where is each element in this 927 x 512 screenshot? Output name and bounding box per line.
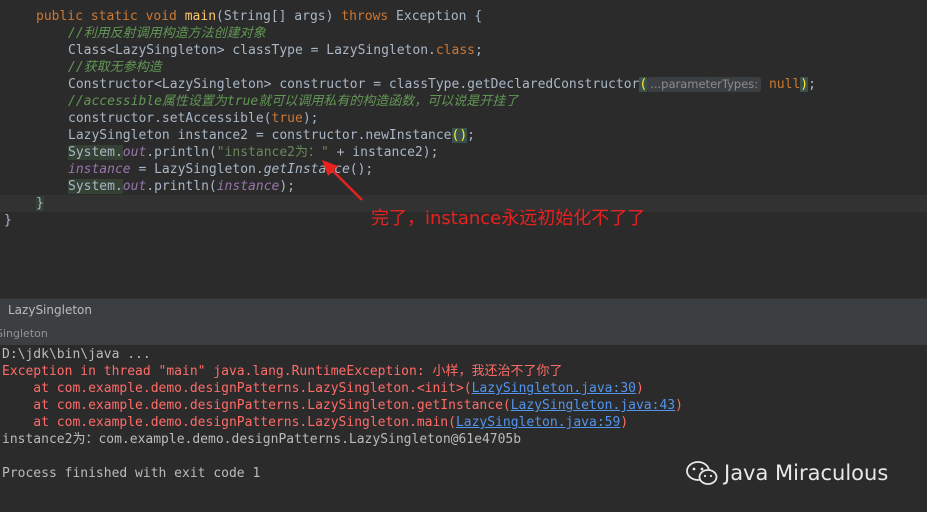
code-line-newinstance[interactable]: LazySingleton instance2 = constructor.ne… [68,127,475,144]
frame-text: ) [620,415,629,430]
field: out [122,145,147,160]
source-link[interactable]: LazySingleton.java:30 [472,381,636,396]
console-output-line: instance2为：com.example.demo.designPatter… [2,432,522,447]
paren: ( [639,77,648,92]
code-text: Class<LazySingleton> classType = LazySin… [68,43,436,58]
field: instance [216,179,280,194]
console-command[interactable]: D:\jdk\bin\java ... [2,346,151,363]
code-comment[interactable]: //获取无参构造 [68,59,162,76]
code-comment[interactable]: //accessible属性设置为true就可以调用私有的构造函数，可以说是开挂… [68,93,518,110]
code-text: System. [68,179,123,194]
code-text: Constructor<LazySingleton> constructor =… [68,77,640,92]
frame-text: ) [635,381,644,396]
code-text: ; [467,128,475,143]
code-comment[interactable]: //利用反射调用构造方法创建对象 [68,25,266,42]
wechat-icon [686,461,718,485]
code-editor[interactable]: public static void main(String[] args) t… [0,0,927,298]
run-config-title[interactable]: LazySingleton [8,303,92,317]
method-name: main [184,9,217,24]
code-line-setaccessible[interactable]: constructor.setAccessible(true); [68,110,318,127]
code-line-close-brace[interactable]: } [36,195,44,212]
stack-frame: at com.example.demo.designPatterns.LazyS… [2,397,683,414]
code-text: ; [808,77,816,92]
watermark: Java Miraculous [686,460,888,486]
annotation-text: 完了，instance永远初始化不了了 [371,208,646,229]
stack-frame: at com.example.demo.designPatterns.LazyS… [2,414,628,431]
keyword: true [271,111,303,126]
code-text: Exception { [388,9,483,24]
paren: ) [800,77,809,92]
source-link[interactable]: LazySingleton.java:43 [511,398,675,413]
frame-text: ) [675,398,683,413]
code-text: System. [68,145,123,160]
keyword: public static void [36,9,185,24]
console-output[interactable]: D:\jdk\bin\java ... Exception in thread … [0,346,927,512]
run-panel-header: LazySingleton [0,298,927,323]
code-line-println-instance2[interactable]: System.out.println("instance2为：" + insta… [68,144,438,161]
code-text: constructor.setAccessible( [68,111,272,126]
watermark-text: Java Miraculous [724,461,889,485]
comment-text: 就可以调用私有的构造函数，可以说是开挂了 [258,94,519,109]
code-text: ); [279,179,296,194]
keyword: class [435,43,475,58]
comment-text: 属性设置为 [161,94,227,109]
keyword: throws [341,9,389,24]
string-literal: "instance2为：" [216,145,329,160]
stack-frame: at com.example.demo.designPatterns.LazyS… [2,380,644,397]
paren: () [451,128,468,143]
frame-text: at com.example.demo.designPatterns.LazyS… [2,398,511,413]
brace: } [36,196,44,211]
code-text: .println( [146,179,217,194]
code-line-constructor[interactable]: Constructor<LazySingleton> constructor =… [68,76,816,93]
process-finished: Process finished with exit code 1 [2,466,261,481]
code-text: .println( [146,145,217,160]
comment-text: //accessible [68,94,162,109]
frame-text: at com.example.demo.designPatterns.LazyS… [2,381,472,396]
code-text: = LazySingleton. [130,162,264,177]
frame-text: at com.example.demo.designPatterns.LazyS… [2,415,456,430]
parameter-hint: ...parameterTypes: [647,77,762,92]
source-link[interactable]: LazySingleton.java:59 [456,415,620,430]
field: out [122,179,147,194]
run-tab[interactable]: Singleton [0,327,48,340]
code-text: ); [302,111,319,126]
keyword: null [768,77,801,92]
code-text: ; [475,43,483,58]
code-line-close-brace[interactable]: } [4,212,12,229]
field: instance [68,162,131,177]
code-text: LazySingleton instance2 = constructor.ne… [68,128,452,143]
code-line-classtype[interactable]: Class<LazySingleton> classType = LazySin… [68,42,483,59]
code-line-main-signature[interactable]: public static void main(String[] args) t… [36,8,482,25]
code-line-println-instance[interactable]: System.out.println(instance); [68,178,295,195]
console-exception: Exception in thread "main" java.lang.Run… [2,364,563,379]
red-arrow-icon [322,160,363,201]
run-tab-bar: Singleton [0,323,927,346]
code-text: (String[] args) [216,9,342,24]
comment-text: true [226,94,259,109]
